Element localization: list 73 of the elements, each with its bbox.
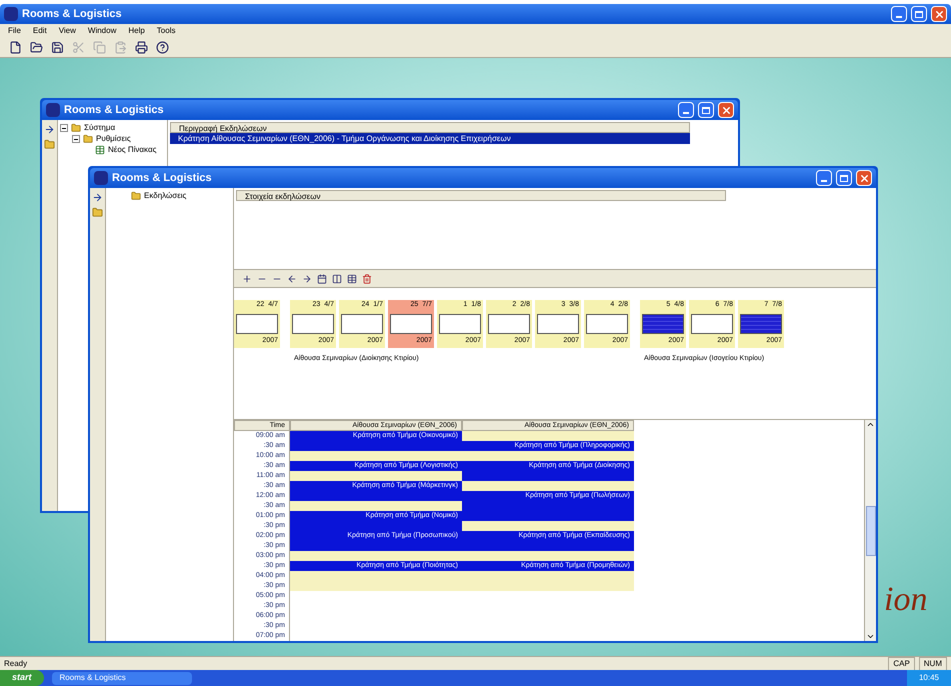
- print-button[interactable]: [134, 40, 149, 55]
- close-button[interactable]: [931, 6, 947, 22]
- minimize-button[interactable]: [891, 6, 907, 22]
- day-slot: [691, 314, 733, 334]
- day-slot: [439, 314, 481, 334]
- minimize-button[interactable]: [816, 170, 832, 186]
- tree-item[interactable]: Σύστημα: [84, 122, 116, 134]
- folder-icon[interactable]: [44, 139, 55, 150]
- folder-icon: [131, 190, 141, 200]
- menu-item[interactable]: Edit: [32, 25, 47, 37]
- day-slot: [586, 314, 628, 334]
- arrow-icon[interactable]: [92, 192, 103, 203]
- close-button[interactable]: [718, 102, 734, 118]
- day-slot: [537, 314, 579, 334]
- app-icon: [46, 103, 60, 117]
- day-slot: [292, 314, 334, 334]
- tree-item[interactable]: Εκδηλώσεις: [144, 190, 186, 202]
- planner-tool-icon[interactable]: [302, 274, 312, 284]
- new-button[interactable]: [8, 40, 23, 55]
- folder-icon[interactable]: [92, 207, 103, 218]
- arrow-icon[interactable]: [44, 124, 55, 135]
- day-slot: [390, 314, 432, 334]
- maximize-button[interactable]: [836, 170, 852, 186]
- menu-item[interactable]: View: [58, 25, 76, 37]
- wallpaper-text: ion: [884, 583, 928, 617]
- close-button[interactable]: [856, 170, 872, 186]
- day-slot: [740, 314, 782, 334]
- start-button[interactable]: start: [0, 670, 44, 686]
- menu-item[interactable]: File: [8, 25, 21, 37]
- day-slot: [488, 314, 530, 334]
- folder-icon: [83, 134, 93, 144]
- window-title: Rooms & Logistics: [112, 170, 212, 186]
- planner-tool-icon[interactable]: [347, 274, 357, 284]
- window-title: Rooms & Logistics: [22, 6, 122, 22]
- day-slot: [236, 314, 278, 334]
- tray-clock: 10:45: [906, 670, 951, 686]
- planner-tool-icon[interactable]: [317, 274, 327, 284]
- menu-item[interactable]: Help: [128, 25, 145, 37]
- planner-tool-icon[interactable]: [287, 274, 297, 284]
- scroll-up-icon[interactable]: [866, 420, 875, 429]
- table-icon: [95, 144, 105, 154]
- expander-icon[interactable]: [72, 134, 80, 142]
- status-text: Ready: [4, 658, 28, 670]
- maximize-button[interactable]: [911, 6, 927, 22]
- column-header[interactable]: Στοιχεία εκδηλώσεων: [236, 190, 726, 201]
- minimize-button[interactable]: [678, 102, 694, 118]
- day-slot: [642, 314, 684, 334]
- close-icon: [858, 172, 870, 184]
- close-icon: [720, 104, 732, 116]
- column-header[interactable]: Περιγραφή Εκδηλώσεων: [170, 122, 690, 133]
- maximize-button[interactable]: [698, 102, 714, 118]
- expander-icon[interactable]: [60, 124, 68, 132]
- menu-item[interactable]: Window: [88, 25, 116, 37]
- app-icon: [94, 171, 108, 185]
- menu-item[interactable]: Tools: [156, 25, 176, 37]
- planner-tool-icon[interactable]: [362, 274, 372, 284]
- scroll-down-icon[interactable]: [866, 632, 875, 641]
- app-icon: [4, 7, 18, 21]
- planner-tool-icon[interactable]: [332, 274, 342, 284]
- day-slot: [341, 314, 383, 334]
- list-row[interactable]: Κράτηση Αίθουσας Σεμιναρίων (ΕΘΝ_2006) - Τμήμα Οργάνωσης και Διοίκησης Επιχειρήσεων: [170, 133, 690, 144]
- save-button[interactable]: [50, 40, 65, 55]
- tree-item[interactable]: Ρυθμίσεις: [96, 132, 131, 144]
- planner-tool-icon[interactable]: [242, 274, 252, 284]
- window-title: Rooms & Logistics: [64, 102, 164, 118]
- close-icon: [934, 8, 944, 20]
- taskbar-button[interactable]: Rooms & Logistics: [52, 672, 192, 684]
- scrollbar-thumb[interactable]: [866, 506, 876, 556]
- scrollbar[interactable]: [864, 420, 876, 641]
- help-button[interactable]: [155, 40, 170, 55]
- open-button[interactable]: [29, 40, 44, 55]
- folder-icon: [71, 122, 81, 132]
- tree-item[interactable]: Νέος Πίνακας: [108, 144, 156, 156]
